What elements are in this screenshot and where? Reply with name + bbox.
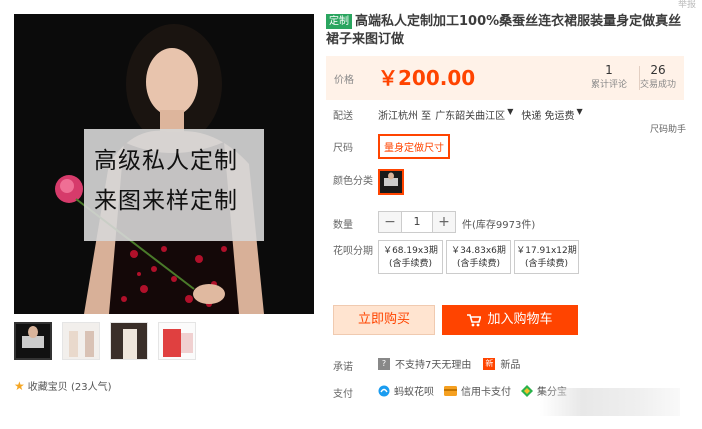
delivery-express[interactable]: 快递 免运费 xyxy=(521,107,574,122)
title-text: 高端私人定制加工100%桑蚕丝连衣裙服装量身定做真丝裙子来图订做 xyxy=(326,14,682,47)
quantity-plus-button[interactable]: + xyxy=(433,212,455,232)
blurred-region xyxy=(540,388,680,416)
price-label: 价格 xyxy=(334,75,354,86)
size-guide-link[interactable]: 尺码助手 xyxy=(650,122,686,135)
delivery-destination[interactable]: 广东韶关曲江区 xyxy=(435,107,505,122)
delivery-row: 浙江杭州 至 广东韶关曲江区 ▼ 快递 免运费 ▼ xyxy=(378,107,591,122)
installment-options: ￥68.19x3期 (含手续费) ￥34.83x6期 (含手续费) ￥17.91… xyxy=(378,240,582,274)
review-count[interactable]: 1 累计评论 xyxy=(584,62,634,92)
color-label: 颜色分类 xyxy=(333,176,373,187)
thumbnail-4[interactable] xyxy=(158,322,196,360)
add-to-cart-button[interactable]: 加入购物车 xyxy=(442,305,578,335)
huabei-icon xyxy=(378,385,390,396)
custom-tag: 定制 xyxy=(326,14,352,29)
jifenbao-icon xyxy=(521,384,533,397)
promo-overlay: 高级私人定制 来图来样定制 xyxy=(84,129,264,241)
delivery-origin: 浙江杭州 至 xyxy=(378,111,432,122)
no-return-text[interactable]: 不支持7天无理由 xyxy=(395,356,471,371)
quantity-input[interactable]: 1 xyxy=(401,212,433,232)
quantity-label: 数量 xyxy=(333,220,353,231)
installment-note: (含手续费) xyxy=(456,259,501,269)
payment-credit-card: 信用卡支付 xyxy=(444,383,511,398)
installment-option-3[interactable]: ￥68.19x3期 (含手续费) xyxy=(378,240,443,274)
main-product-image[interactable]: 高级私人定制 来图来样定制 xyxy=(14,14,314,314)
installment-amount: ￥17.91x12期 xyxy=(516,246,577,256)
installment-amount: ￥34.83x6期 xyxy=(451,246,506,256)
stock-text: 件(库存9973件) xyxy=(462,220,536,231)
chevron-down-icon[interactable]: ▼ xyxy=(507,107,513,122)
sales-count-label: 交易成功 xyxy=(639,80,676,90)
cart-icon xyxy=(467,313,482,326)
new-icon: 新 xyxy=(483,357,496,370)
color-swatch[interactable] xyxy=(378,169,404,195)
review-count-num: 1 xyxy=(605,63,613,77)
payment-label: 支付 xyxy=(333,389,353,400)
new-text: 新品 xyxy=(500,360,521,371)
favorite-item[interactable]: ★ 收藏宝贝 (23人气) xyxy=(14,378,112,394)
promise-label: 承诺 xyxy=(333,362,353,373)
payment-huabei: 蚂蚁花呗 xyxy=(378,383,434,398)
thumbnail-1[interactable] xyxy=(14,322,52,360)
credit-card-icon xyxy=(444,385,457,396)
question-icon: ? xyxy=(378,357,390,370)
review-count-label: 累计评论 xyxy=(590,80,627,90)
payment-method-label: 信用卡支付 xyxy=(461,387,511,398)
product-title: 定制 高端私人定制加工100%桑蚕丝连衣裙服装量身定做真丝裙子来图订做 xyxy=(326,13,682,49)
promise-row: ? 不支持7天无理由 新 新品 xyxy=(378,356,520,371)
size-option[interactable]: 量身定做尺寸 xyxy=(378,134,450,159)
add-to-cart-label: 加入购物车 xyxy=(487,312,553,327)
payment-method-label: 蚂蚁花呗 xyxy=(394,387,434,398)
thumbnail-3[interactable] xyxy=(110,322,148,360)
buy-now-button[interactable]: 立即购买 xyxy=(333,305,435,335)
installment-option-6[interactable]: ￥34.83x6期 (含手续费) xyxy=(446,240,511,274)
installment-label: 花呗分期 xyxy=(333,246,373,257)
installment-note: (含手续费) xyxy=(524,259,569,269)
overlay-line: 来图来样定制 xyxy=(94,188,238,214)
sales-count: 26 交易成功 xyxy=(633,62,683,92)
delivery-label: 配送 xyxy=(333,111,353,122)
overlay-line: 高级私人定制 xyxy=(94,148,238,174)
quantity-minus-button[interactable]: − xyxy=(379,212,401,232)
size-label: 尺码 xyxy=(333,143,353,154)
thumbnail-strip xyxy=(14,322,206,360)
sales-count-num: 26 xyxy=(650,63,666,77)
price-value: ￥200.00 xyxy=(378,66,476,90)
installment-amount: ￥68.19x3期 xyxy=(383,246,438,256)
installment-option-12[interactable]: ￥17.91x12期 (含手续费) xyxy=(514,240,579,274)
star-icon: ★ xyxy=(14,378,25,393)
report-link[interactable]: 举报 xyxy=(678,0,696,10)
quantity-stepper: − 1 + xyxy=(378,211,456,233)
thumbnail-2[interactable] xyxy=(62,322,100,360)
price-panel: 价格 ￥200.00 1 累计评论 26 交易成功 xyxy=(326,56,684,100)
favorite-label: 收藏宝贝 (23人气) xyxy=(27,382,112,393)
chevron-down-icon[interactable]: ▼ xyxy=(577,107,583,122)
installment-note: (含手续费) xyxy=(388,259,433,269)
